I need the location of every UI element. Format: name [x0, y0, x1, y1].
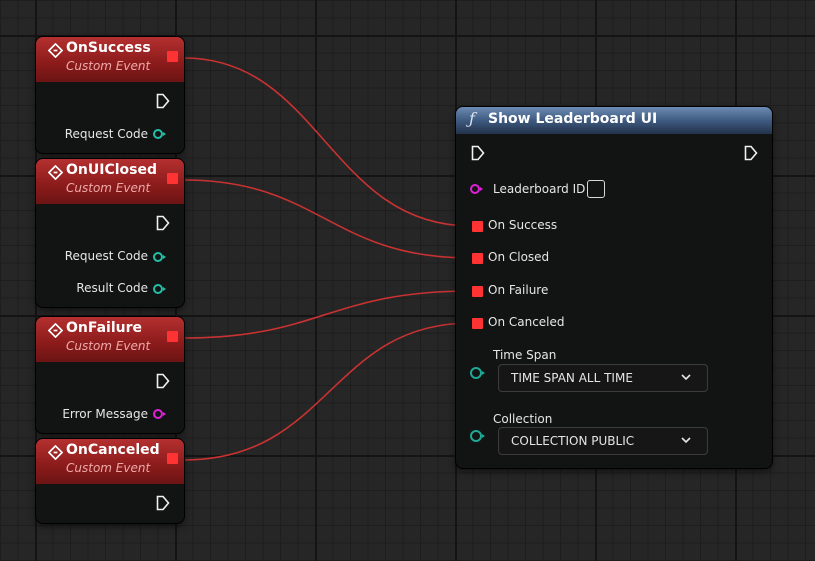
event-diamond-icon — [48, 445, 63, 460]
event-node-onfailure[interactable]: OnFailure Custom Event Error Message — [36, 317, 184, 433]
chevron-down-icon — [681, 437, 691, 444]
delegate-output-pin[interactable] — [167, 51, 178, 62]
wire-oncanceled — [183, 322, 472, 461]
enum-input-pin-collection[interactable] — [470, 430, 482, 442]
wire-onfailure — [183, 290, 472, 339]
event-subtitle: Custom Event — [66, 59, 151, 73]
string-input-pin[interactable] — [470, 184, 480, 194]
exec-output-pin-icon[interactable] — [156, 373, 170, 389]
input-label-on-canceled: On Canceled — [488, 315, 565, 329]
delegate-output-pin[interactable] — [167, 331, 178, 342]
event-title: OnSuccess — [66, 40, 151, 56]
event-header[interactable]: OnCanceled Custom Event — [36, 439, 184, 484]
output-label-request-code: Request Code — [64, 127, 148, 141]
wire-onuiclosed — [183, 179, 472, 259]
exec-output-pin-icon[interactable] — [156, 495, 170, 511]
function-f-icon: ƒ — [469, 109, 475, 128]
wire-onsuccess — [183, 57, 472, 227]
leaderboard-id-field[interactable] — [587, 180, 605, 198]
integer-output-pin[interactable] — [153, 252, 163, 262]
chevron-down-icon — [681, 374, 691, 381]
input-label-time-span: Time Span — [493, 348, 557, 362]
pin-arrow-icon — [163, 132, 166, 136]
function-title: Show Leaderboard UI — [488, 111, 658, 127]
integer-output-pin[interactable] — [153, 129, 163, 139]
exec-output-pin-icon[interactable] — [156, 93, 170, 109]
delegate-output-pin[interactable] — [167, 453, 178, 464]
enum-input-pin-time-span[interactable] — [470, 367, 482, 379]
input-label-on-closed: On Closed — [488, 250, 550, 264]
event-diamond-icon — [48, 323, 63, 338]
input-label-collection: Collection — [493, 412, 553, 426]
time-span-selected-value: TIME SPAN ALL TIME — [511, 371, 633, 385]
delegate-output-pin[interactable] — [167, 173, 178, 184]
delegate-input-pin-on-canceled[interactable] — [472, 318, 483, 329]
event-node-oncanceled[interactable]: OnCanceled Custom Event — [36, 439, 184, 523]
delegate-input-pin-on-success[interactable] — [472, 221, 483, 232]
pin-arrow-icon — [163, 287, 166, 291]
event-header[interactable]: OnFailure Custom Event — [36, 317, 184, 362]
event-node-onuiclosed[interactable]: OnUIClosed Custom Event Request Code Res… — [36, 159, 184, 307]
exec-input-pin-icon[interactable] — [471, 145, 485, 161]
event-diamond-icon — [48, 43, 63, 58]
time-span-dropdown[interactable]: TIME SPAN ALL TIME — [498, 364, 708, 392]
event-diamond-icon — [48, 165, 63, 180]
exec-output-pin-icon[interactable] — [156, 215, 170, 231]
integer-output-pin[interactable] — [153, 284, 163, 294]
output-label-result-code: Result Code — [76, 281, 148, 295]
event-node-onsuccess[interactable]: OnSuccess Custom Event Request Code — [36, 37, 184, 153]
event-title: OnFailure — [66, 320, 143, 336]
pin-arrow-icon — [480, 187, 483, 191]
delegate-input-pin-on-failure[interactable] — [472, 286, 483, 297]
exec-output-pin-icon[interactable] — [744, 145, 758, 161]
string-output-pin[interactable] — [153, 409, 163, 419]
function-header[interactable]: ƒ Show Leaderboard UI — [456, 107, 772, 134]
pin-arrow-icon — [482, 371, 485, 375]
event-title: OnUIClosed — [66, 162, 157, 178]
output-label-error-message: Error Message — [62, 407, 148, 421]
pin-arrow-icon — [163, 255, 166, 259]
event-subtitle: Custom Event — [66, 339, 151, 353]
collection-selected-value: COLLECTION PUBLIC — [511, 434, 635, 448]
pin-arrow-icon — [163, 412, 166, 416]
event-title: OnCanceled — [66, 442, 160, 458]
delegate-input-pin-on-closed[interactable] — [472, 253, 483, 264]
event-header[interactable]: OnSuccess Custom Event — [36, 37, 184, 82]
input-label-on-success: On Success — [488, 218, 558, 232]
function-node-show-leaderboard-ui[interactable]: ƒ Show Leaderboard UI Leaderboard ID On … — [456, 107, 772, 468]
event-subtitle: Custom Event — [66, 181, 151, 195]
collection-dropdown[interactable]: COLLECTION PUBLIC — [498, 427, 708, 455]
input-label-on-failure: On Failure — [488, 283, 549, 297]
pin-arrow-icon — [482, 434, 485, 438]
input-label-leaderboard-id: Leaderboard ID — [493, 182, 586, 196]
event-subtitle: Custom Event — [66, 461, 151, 475]
output-label-request-code: Request Code — [64, 249, 148, 263]
event-header[interactable]: OnUIClosed Custom Event — [36, 159, 184, 204]
